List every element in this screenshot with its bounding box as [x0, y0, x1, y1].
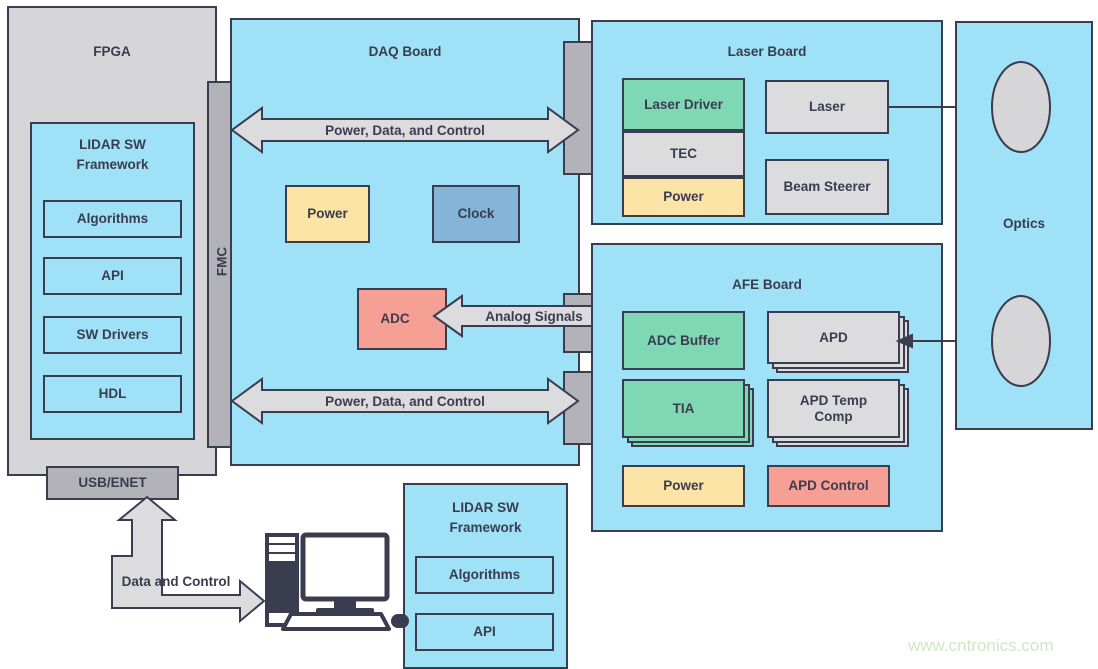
desktop-computer-icon	[265, 532, 409, 631]
watermark: www.cntronics.com	[908, 636, 1054, 655]
lidar-block-diagram: FPGA LIDAR SW Framework Algorithms API S…	[0, 0, 1098, 669]
